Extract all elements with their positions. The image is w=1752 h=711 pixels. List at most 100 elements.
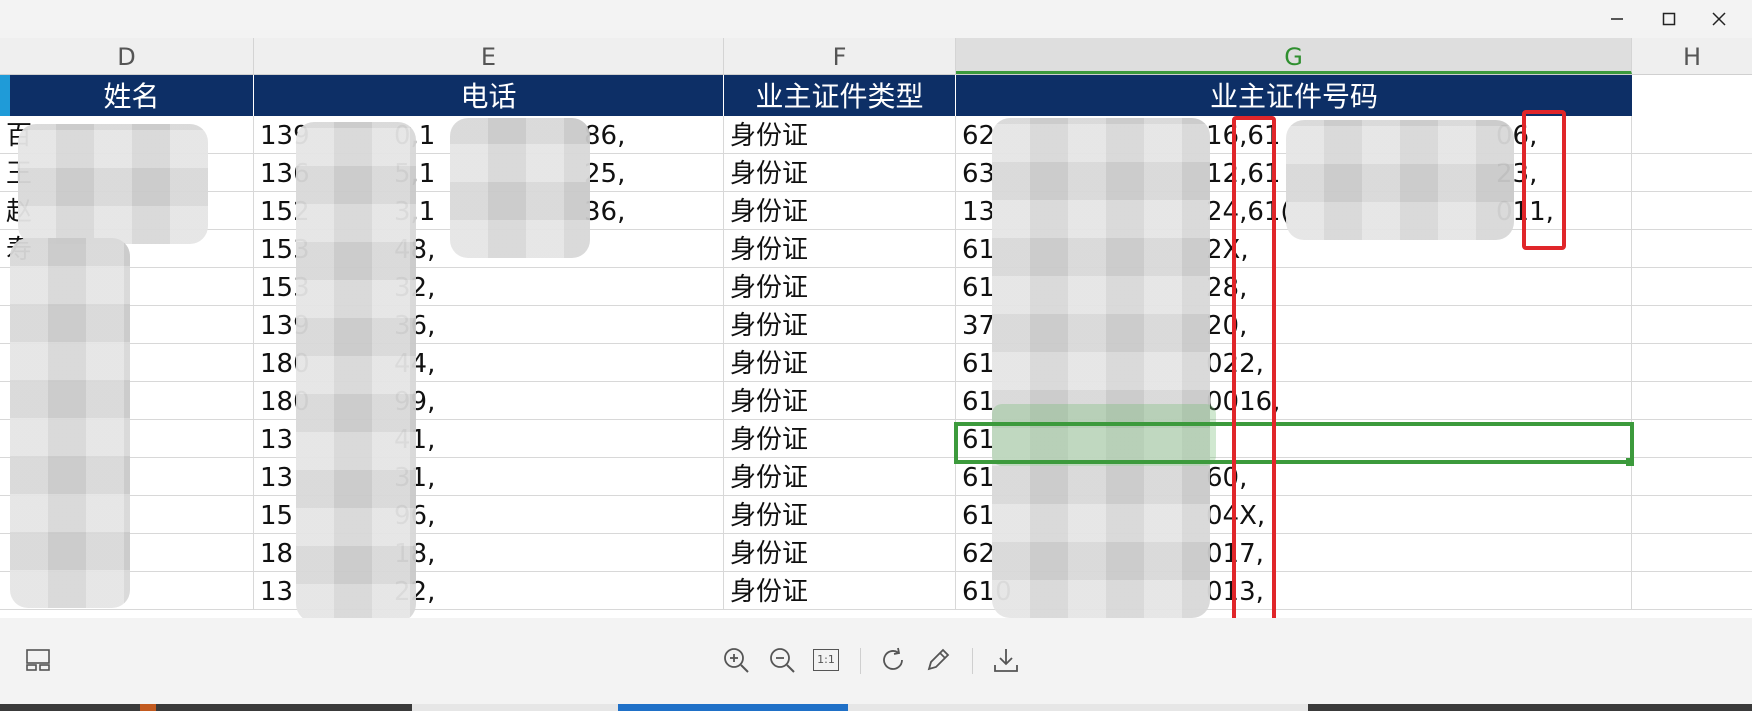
zoom-in-icon xyxy=(724,648,749,673)
redaction-blur xyxy=(10,238,130,608)
redaction-blur xyxy=(1286,120,1514,240)
taskbar-segment xyxy=(140,704,156,711)
cell-selection[interactable] xyxy=(954,422,1634,464)
download-button[interactable] xyxy=(986,640,1026,680)
table-row: 18044,身份证61022, xyxy=(0,344,1752,382)
close-button[interactable] xyxy=(1696,0,1742,38)
cell-empty[interactable] xyxy=(1632,344,1752,381)
cell-phone-fragment: 86, xyxy=(584,121,626,151)
cell-id-number-fragment: 13 xyxy=(962,197,996,227)
taskbar-segment xyxy=(848,704,1308,711)
fill-handle[interactable] xyxy=(1626,458,1634,466)
table-row: 13936,身份证3720, xyxy=(0,306,1752,344)
cell-empty[interactable] xyxy=(1632,306,1752,343)
cell-id-type[interactable]: 身份证 xyxy=(724,458,956,495)
redaction-blur xyxy=(992,118,1210,618)
cell-id-type[interactable]: 身份证 xyxy=(724,382,956,419)
taskbar-segment xyxy=(412,704,622,711)
toolbar-divider xyxy=(860,648,861,674)
table-row: 1322,身份证610013, xyxy=(0,572,1752,610)
cell-id-number-fragment: 61 xyxy=(962,235,996,265)
minimize-icon xyxy=(1611,18,1623,20)
column-header-e[interactable]: E xyxy=(254,38,724,74)
redaction-blur xyxy=(296,122,416,618)
cell-id-type[interactable]: 身份证 xyxy=(724,420,956,457)
edit-button[interactable] xyxy=(918,640,958,680)
cell-id-type-text: 身份证 xyxy=(730,121,809,151)
close-icon xyxy=(1712,12,1726,26)
cell-id-type[interactable]: 身份证 xyxy=(724,230,956,267)
cell-empty[interactable] xyxy=(1632,572,1752,609)
cell-empty[interactable] xyxy=(1632,192,1752,229)
cell-id-type-text: 身份证 xyxy=(730,311,809,341)
cell-phone-fragment: 13 xyxy=(260,425,294,455)
maximize-icon xyxy=(1662,12,1676,26)
cell-id-type-text: 身份证 xyxy=(730,197,809,227)
annotation-box xyxy=(1522,110,1566,250)
cell-id-number-fragment: 61 xyxy=(962,501,996,531)
cell-id-number-fragment: 61 xyxy=(962,387,996,417)
cell-empty[interactable] xyxy=(1632,116,1752,153)
row-accent-bar xyxy=(0,75,10,116)
zoom-out-button[interactable] xyxy=(762,640,802,680)
cell-empty[interactable] xyxy=(1632,534,1752,571)
rotate-button[interactable] xyxy=(874,640,914,680)
cell-empty[interactable] xyxy=(1632,458,1752,495)
cell-id-number-fragment: 61 xyxy=(962,273,996,303)
redaction-blur xyxy=(18,124,208,244)
cell-empty[interactable] xyxy=(1632,420,1752,457)
column-header-f[interactable]: F xyxy=(724,38,956,74)
cell-id-type[interactable]: 身份证 xyxy=(724,268,956,305)
cell-id-type-text: 身份证 xyxy=(730,539,809,569)
cell-id-type-text: 身份证 xyxy=(730,577,809,607)
table-header-row: 姓名 电话 业主证件类型 业主证件号码 xyxy=(0,75,1632,116)
spreadsheet-view: D E F G H 姓名 电话 业主证件类型 业主证件号码 百1390,186,… xyxy=(0,38,1752,618)
cell-id-number-fragment: 63 xyxy=(962,159,996,189)
column-header-d[interactable]: D xyxy=(0,38,254,74)
cell-empty[interactable] xyxy=(1632,496,1752,533)
header-id-type: 业主证件类型 xyxy=(724,75,956,116)
table-row: 18099,身份证610016, xyxy=(0,382,1752,420)
cell-id-number-fragment: 37 xyxy=(962,311,996,341)
taskbar-segment xyxy=(618,704,848,711)
cell-phone-fragment: 15 xyxy=(260,501,294,531)
edit-icon xyxy=(927,648,950,671)
cell-id-type-text: 身份证 xyxy=(730,235,809,265)
table-row: 1596,身份证6104X, xyxy=(0,496,1752,534)
title-bar xyxy=(0,0,1752,38)
cell-id-type[interactable]: 身份证 xyxy=(724,344,956,381)
cell-phone-fragment: 36, xyxy=(584,197,626,227)
cell-empty[interactable] xyxy=(1632,382,1752,419)
thumbnail-button[interactable] xyxy=(18,640,58,680)
actual-size-button[interactable]: 1:1 xyxy=(806,640,846,680)
cell-id-type-text: 身份证 xyxy=(730,387,809,417)
cell-id-type-text: 身份证 xyxy=(730,501,809,531)
cell-id-number-fragment: 62 xyxy=(962,539,996,569)
header-phone: 电话 xyxy=(254,75,724,116)
cell-empty[interactable] xyxy=(1632,268,1752,305)
cell-id-type[interactable]: 身份证 xyxy=(724,116,956,153)
cell-empty[interactable] xyxy=(1632,154,1752,191)
cell-id-type[interactable]: 身份证 xyxy=(724,192,956,229)
column-header-g[interactable]: G xyxy=(956,38,1632,74)
column-header-row: D E F G H xyxy=(0,38,1752,75)
minimize-button[interactable] xyxy=(1594,0,1640,38)
zoom-in-button[interactable] xyxy=(716,640,756,680)
maximize-button[interactable] xyxy=(1646,0,1692,38)
annotation-box xyxy=(1232,116,1276,618)
cell-id-type[interactable]: 身份证 xyxy=(724,154,956,191)
cell-empty[interactable] xyxy=(1632,230,1752,267)
cell-id-type[interactable]: 身份证 xyxy=(724,496,956,533)
cell-id-type-text: 身份证 xyxy=(730,349,809,379)
cell-phone-fragment: 13 xyxy=(260,577,294,607)
header-name: 姓名 xyxy=(10,75,254,116)
cell-id-number-fragment: 61 xyxy=(962,349,996,379)
cell-id-type[interactable]: 身份证 xyxy=(724,534,956,571)
cell-id-type[interactable]: 身份证 xyxy=(724,572,956,609)
cell-id-type-text: 身份证 xyxy=(730,463,809,493)
toolbar-divider xyxy=(972,648,973,674)
cell-id-type[interactable]: 身份证 xyxy=(724,306,956,343)
cell-phone-fragment: 18 xyxy=(260,539,294,569)
column-header-h[interactable]: H xyxy=(1632,38,1752,74)
cell-phone-fragment: 13 xyxy=(260,463,294,493)
